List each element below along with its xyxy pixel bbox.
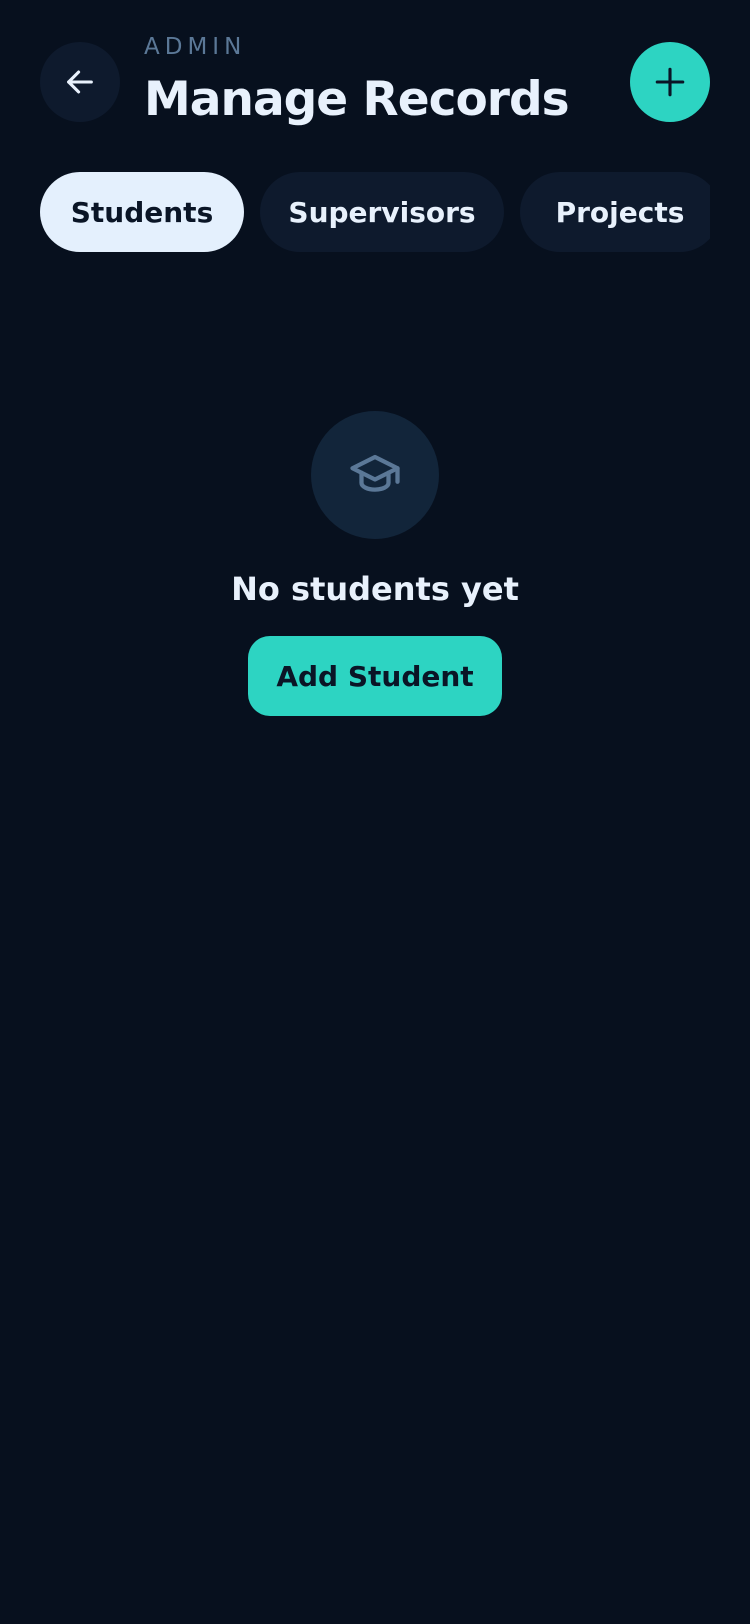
header: ADMIN Manage Records <box>144 30 570 132</box>
graduation-cap-icon <box>350 454 400 492</box>
record-type-tabs: Students Supervisors Projects <box>40 172 710 252</box>
arrow-left-icon <box>67 70 93 94</box>
plus-icon <box>655 67 685 97</box>
empty-state-title: No students yet <box>231 570 519 608</box>
add-student-button[interactable]: Add Student <box>248 636 502 716</box>
tab-students[interactable]: Students <box>40 172 244 252</box>
add-record-button[interactable] <box>630 42 710 122</box>
manage-records-screen: ADMIN Manage Records Students Supervisor… <box>0 0 750 1624</box>
page-title: Manage Records <box>144 72 570 127</box>
tab-supervisors[interactable]: Supervisors <box>260 172 504 252</box>
back-button[interactable] <box>40 42 120 122</box>
tab-projects[interactable]: Projects <box>520 172 710 252</box>
section-eyebrow: ADMIN <box>144 34 247 60</box>
empty-state-icon-circle <box>311 411 439 539</box>
